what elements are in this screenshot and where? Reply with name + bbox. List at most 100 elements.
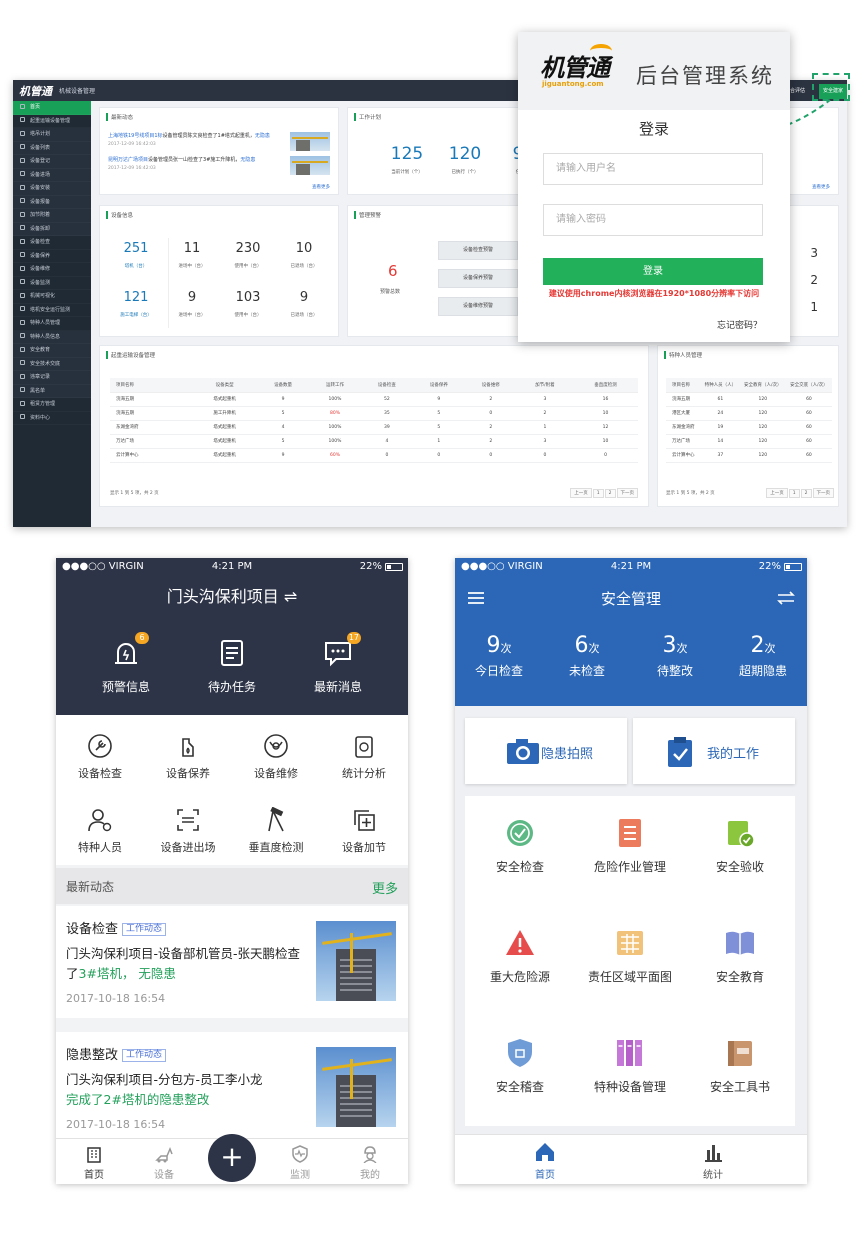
username-input[interactable]: 请输入用户名: [543, 153, 763, 185]
equipment-card: 设备信息 251 塔机（台） 11 进场中（台） 230 使用中（台） 10 已…: [99, 205, 339, 337]
grid-item-personnel[interactable]: 特种人员: [56, 807, 144, 855]
forgot-password-link[interactable]: 忘记密码？: [717, 318, 762, 331]
tab-home[interactable]: 首页: [515, 1141, 575, 1181]
tab-monitor[interactable]: 监测: [270, 1145, 330, 1181]
table-row[interactable]: 浣海五期 塔式起重机 9 100% 52 9 2 3 16: [110, 392, 638, 407]
login-button[interactable]: 登录: [543, 258, 763, 285]
grid-item-audit[interactable]: 安全稽查: [465, 1016, 575, 1126]
next-page-button[interactable]: 下一页: [812, 488, 834, 498]
user-icon: [20, 333, 25, 338]
table-row[interactable]: 万达广场 塔式起重机 5 100% 4 1 2 3 10: [110, 434, 638, 449]
table-cell: 万达广场: [666, 434, 702, 449]
sidebar-item-list[interactable]: 设备列表: [13, 141, 91, 155]
add-button[interactable]: +: [208, 1134, 256, 1182]
sidebar-item-blacklist[interactable]: 黑名单: [13, 384, 91, 398]
sidebar-item-crane-monitor[interactable]: 塔机安全运行监测: [13, 304, 91, 318]
grid-item-repair[interactable]: 设备维修: [232, 733, 320, 781]
equip-elevator-total[interactable]: 121: [111, 290, 161, 305]
stat-overdue[interactable]: 2次 超期隐患: [719, 633, 807, 679]
page-2-button[interactable]: 2: [800, 489, 812, 498]
sidebar-item-report[interactable]: 设备报备: [13, 195, 91, 209]
news-project[interactable]: 昆明万达广场项目: [108, 157, 148, 163]
grid-item-area-map[interactable]: 责任区域平面图: [575, 906, 685, 1016]
project-switcher[interactable]: 门头沟保利项目 ⇌: [56, 583, 408, 607]
table-row[interactable]: 港区大厦 24 120 60: [666, 406, 832, 421]
sidebar-item-lessor[interactable]: 租赁方管理: [13, 398, 91, 412]
news-item[interactable]: 上海地铁19号线项目1标设备管理员陈文良检查了1#塔式起重机，无隐患 2017-…: [108, 132, 298, 149]
page-2-button[interactable]: 2: [604, 489, 616, 498]
grid-label: 特种设备管理: [593, 1080, 666, 1094]
news-item[interactable]: 昆明万达广场项目设备管理员张一山检查了3#施工升降机，无隐患 2017-12-0…: [108, 156, 298, 173]
plan-more-link[interactable]: 查看更多: [812, 184, 830, 190]
feed-item[interactable]: 设备检查 工作动态 门头沟保利项目-设备部机管员-张天鹏检查了3#塔机， 无隐患 …: [56, 906, 408, 1018]
sidebar-item-plan[interactable]: 塔吊计划: [13, 128, 91, 142]
tab-home[interactable]: 首页: [64, 1145, 124, 1181]
password-input[interactable]: 请输入密码: [543, 204, 763, 236]
tab-equipment[interactable]: 设备: [134, 1145, 194, 1181]
sidebar-item-personnel[interactable]: 特种人员管理: [13, 317, 91, 331]
stat-unchecked[interactable]: 6次 未检查: [543, 633, 631, 679]
table-row[interactable]: 东湖金湾府 19 120 60: [666, 420, 832, 435]
tab-mine[interactable]: 我的: [340, 1145, 400, 1181]
sidebar-item-lifting[interactable]: 起重运输设备管理: [13, 115, 91, 129]
news-more-link[interactable]: 查看更多: [312, 184, 330, 190]
sidebar-item-violation[interactable]: 违章记录: [13, 371, 91, 385]
inspect-warning-button[interactable]: 设备检查预警: [438, 241, 518, 260]
sidebar-item-home[interactable]: 首页: [13, 101, 91, 115]
sidebar-item-maintain[interactable]: 设备保养: [13, 250, 91, 264]
grid-item-inspect[interactable]: 设备检查: [56, 733, 144, 781]
grid-item-acceptance[interactable]: 安全验收: [685, 796, 795, 906]
grid-item-education[interactable]: 安全教育: [685, 906, 795, 1016]
repair-warning-button[interactable]: 设备维修预警: [438, 297, 518, 316]
grid-item-entry-exit[interactable]: 设备进出场: [144, 807, 232, 855]
table-row[interactable]: 浣海五期 61 120 60: [666, 392, 832, 407]
sidebar-item-monitor[interactable]: 设备监测: [13, 277, 91, 291]
alert-entry[interactable]: 6 预警信息: [76, 632, 176, 695]
sidebar-item-install[interactable]: 设备安装: [13, 182, 91, 196]
prev-page-button[interactable]: 上一页: [570, 488, 592, 498]
equip-crane-total[interactable]: 251: [111, 241, 161, 256]
grid-item-verticality[interactable]: 垂直度检测: [232, 806, 320, 855]
grid-item-major-hazard[interactable]: 重大危险源: [465, 906, 575, 1016]
table-row[interactable]: 云计算中心 37 120 60: [666, 448, 832, 463]
grid-item-maintain[interactable]: 设备保养: [144, 733, 232, 781]
stat-today[interactable]: 9次 今日检查: [455, 633, 543, 679]
sidebar-item-dismantle[interactable]: 设备拆卸: [13, 222, 91, 236]
sidebar-item-repair[interactable]: 设备维修: [13, 263, 91, 277]
message-entry[interactable]: 17 最新消息: [288, 632, 388, 695]
sidebar-item-docs[interactable]: 资料中心: [13, 412, 91, 426]
page-1-button[interactable]: 1: [788, 489, 800, 498]
next-page-button[interactable]: 下一页: [616, 488, 638, 498]
table-row[interactable]: 云计算中心 塔式起重机 9 60% 0 0 0 0 0: [110, 448, 638, 463]
news-project[interactable]: 上海地铁19号线项目1标: [108, 133, 163, 139]
my-work-button[interactable]: 我的工作: [633, 718, 795, 784]
grid-item-stats[interactable]: 统计分析: [320, 733, 408, 781]
grid-item-add-section[interactable]: 设备加节: [320, 807, 408, 855]
table-row[interactable]: 万达广场 14 120 60: [666, 434, 832, 449]
hazard-photo-button[interactable]: 隐患拍照: [465, 718, 627, 784]
sidebar-item-attach[interactable]: 加节附着: [13, 209, 91, 223]
more-link[interactable]: 更多: [372, 878, 398, 897]
sidebar-item-inspect[interactable]: 设备检查: [13, 236, 91, 250]
grid-item-toolbook[interactable]: 安全工具书: [685, 1016, 795, 1126]
grid-item-special-equipment[interactable]: 特种设备管理: [575, 1016, 685, 1126]
table-row[interactable]: 浣海五期 施工升降机 5 80% 35 5 0 2 10: [110, 406, 638, 421]
table-row[interactable]: 东湖金湾府 塔式起重机 4 100% 39 5 2 1 12: [110, 420, 638, 435]
tab-statistics[interactable]: 统计: [683, 1141, 743, 1181]
feed-item[interactable]: 隐患整改 工作动态 门头沟保利项目-分包方-员工李小龙 完成了2#塔机的隐患整改 2…: [56, 1032, 408, 1144]
todo-entry[interactable]: 待办任务: [182, 638, 282, 695]
prev-page-button[interactable]: 上一页: [766, 488, 788, 498]
grid-item-dangerous-work[interactable]: 危险作业管理: [575, 796, 685, 906]
sidebar-item-register[interactable]: 设备登记: [13, 155, 91, 169]
sidebar-item-enter[interactable]: 设备进场: [13, 168, 91, 182]
maintain-warning-button[interactable]: 设备保养预警: [438, 269, 518, 288]
grid-item-safety-check[interactable]: 安全检查: [465, 796, 575, 906]
sidebar-item-education[interactable]: 安全教育: [13, 344, 91, 358]
sidebar-item-personnel-info[interactable]: 特种人员信息: [13, 330, 91, 344]
page-1-button[interactable]: 1: [592, 489, 604, 498]
sidebar-item-visual[interactable]: 机械可视化: [13, 290, 91, 304]
switch-icon[interactable]: [777, 590, 795, 609]
sidebar-item-briefing[interactable]: 安全技术交底: [13, 357, 91, 371]
stat-pending[interactable]: 3次 待整改: [631, 633, 719, 679]
equip-value: 11: [183, 241, 201, 256]
